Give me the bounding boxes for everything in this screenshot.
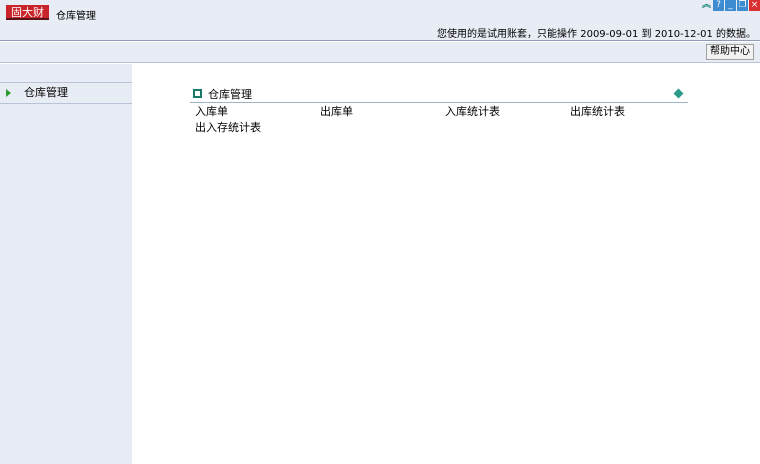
link-stock-out-report[interactable]: 出库统计表 (570, 104, 695, 120)
arrow-right-icon (6, 89, 11, 97)
window-controls: ︽ ? _ ❐ × (701, 0, 760, 11)
close-icon[interactable]: × (749, 0, 760, 11)
window-icon (193, 89, 202, 98)
trial-notice: 您使用的是试用账套，只能操作 2009-09-01 到 2010-12-01 的… (437, 29, 756, 40)
link-inventory-report[interactable]: 出入存统计表 (195, 120, 320, 136)
sidebar-item-label: 仓库管理 (24, 86, 68, 99)
panel-links: 入库单 出库单 入库统计表 出库统计表 出入存统计表 (190, 103, 688, 136)
diamond-icon[interactable] (673, 88, 684, 99)
collapse-icon[interactable]: ︽ (701, 0, 712, 11)
minimize-icon[interactable]: _ (725, 0, 736, 11)
app-title: 仓库管理 (56, 11, 96, 22)
sidebar-item-warehouse[interactable]: 仓库管理 (0, 82, 132, 104)
top-header: 固大财 仓库管理 ︽ ? _ ❐ × 您使用的是试用账套，只能操作 2009-0… (0, 0, 760, 41)
panel-header: 仓库管理 (190, 86, 688, 103)
help-center-button[interactable]: 帮助中心 (706, 44, 754, 60)
link-stock-in-report[interactable]: 入库统计表 (445, 104, 570, 120)
warehouse-panel: 仓库管理 入库单 出库单 入库统计表 出库统计表 出入存统计表 (190, 86, 688, 136)
panel-title: 仓库管理 (208, 88, 252, 101)
sidebar: 仓库管理 (0, 64, 132, 464)
link-stock-in[interactable]: 入库单 (195, 104, 320, 120)
restore-icon[interactable]: ❐ (737, 0, 748, 11)
logo: 固大财 (6, 5, 49, 20)
help-icon[interactable]: ? (713, 0, 724, 11)
link-stock-out[interactable]: 出库单 (320, 104, 445, 120)
toolbar: 帮助中心 (0, 42, 760, 63)
